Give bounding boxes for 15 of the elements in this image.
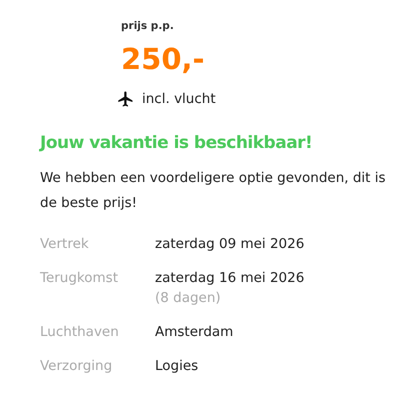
detail-label: Terugkomst [40, 268, 120, 288]
detail-value: Logies [155, 356, 198, 376]
detail-value: zaterdag 16 mei 2026 [155, 268, 304, 288]
detail-value: zaterdag 09 mei 2026 [155, 234, 304, 254]
airplane-icon [116, 90, 134, 108]
included-flight-text: incl. vlucht [142, 90, 216, 109]
detail-label: Verzorging [40, 356, 114, 376]
detail-note: (8 dagen) [155, 288, 222, 308]
detail-value: Amsterdam [155, 322, 234, 342]
detail-label: Vertrek [40, 234, 90, 254]
detail-label: Luchthaven [40, 322, 120, 342]
price-amount: 250,- [121, 44, 206, 74]
price-label: prijs p.p. [121, 19, 175, 34]
availability-title: Jouw vakantie is beschikbaar! [40, 132, 314, 155]
availability-message: We hebben een voordeligere optie gevonden, dit is de beste prijs! [40, 168, 387, 212]
